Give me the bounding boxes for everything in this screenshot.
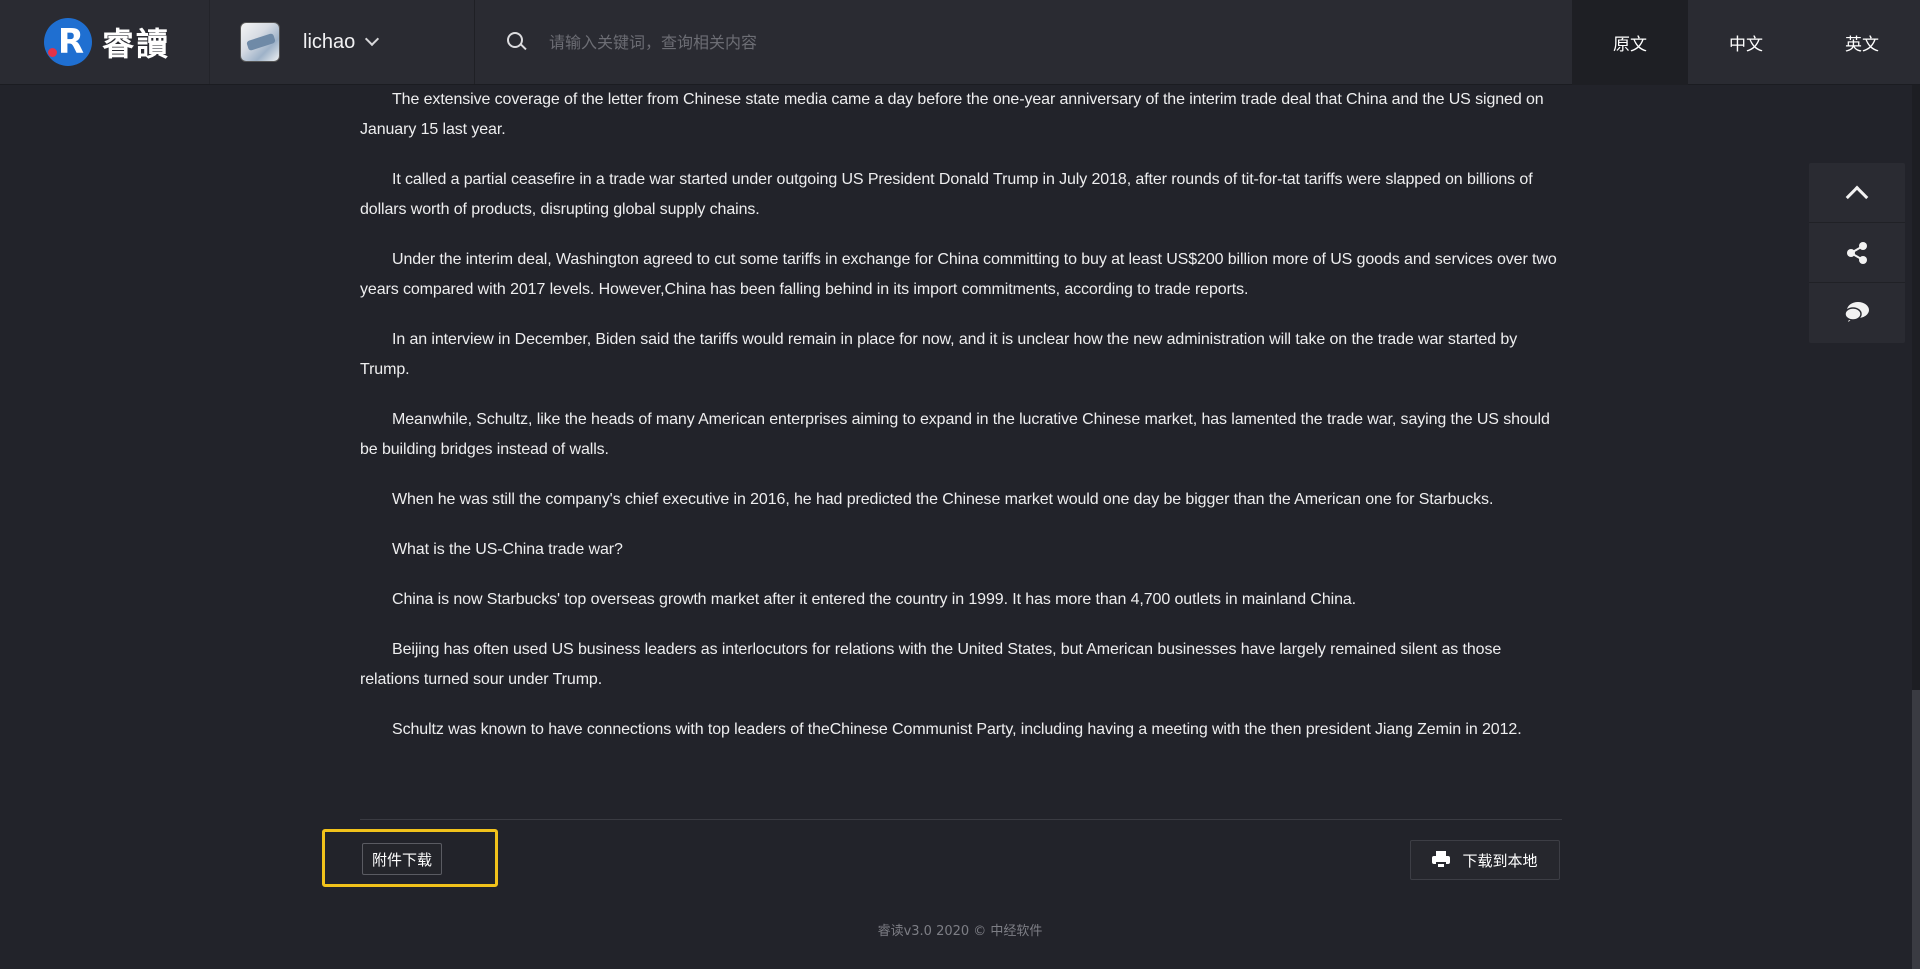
search-bar bbox=[475, 0, 1572, 84]
scrollbar-thumb[interactable] bbox=[1912, 690, 1920, 969]
download-local-button[interactable]: 下载到本地 bbox=[1410, 840, 1560, 880]
language-tabs: 原文 中文 英文 bbox=[1572, 0, 1920, 85]
avatar[interactable] bbox=[240, 22, 280, 62]
logo[interactable]: R 睿讀 bbox=[0, 0, 210, 84]
tab-english[interactable]: 英文 bbox=[1804, 0, 1920, 85]
search-icon[interactable] bbox=[507, 32, 527, 52]
attachment-highlight: 附件下载 bbox=[322, 829, 498, 887]
logo-text: 睿讀 bbox=[102, 25, 171, 63]
article-paragraph: The extensive coverage of the letter fro… bbox=[360, 91, 1544, 138]
logo-dot bbox=[48, 48, 57, 57]
tab-original[interactable]: 原文 bbox=[1572, 0, 1688, 85]
download-local-label: 下载到本地 bbox=[1462, 851, 1538, 870]
attachment-download-button[interactable]: 附件下载 bbox=[362, 843, 443, 875]
article-body: The extensive coverage of the letter fro… bbox=[360, 85, 1562, 765]
chevron-down-icon[interactable] bbox=[365, 31, 380, 47]
tab-chinese[interactable]: 中文 bbox=[1688, 0, 1804, 85]
article-paragraph: What is the US-China trade war? bbox=[392, 541, 623, 558]
article-paragraph: Meanwhile, Schultz, like the heads of ma… bbox=[360, 411, 1550, 458]
article-paragraph: Under the interim deal, Washington agree… bbox=[360, 251, 1557, 298]
logo-letter: R bbox=[57, 22, 85, 62]
chevron-up-icon bbox=[1845, 185, 1869, 208]
back-to-top-button[interactable] bbox=[1809, 163, 1905, 223]
content-divider bbox=[360, 819, 1562, 820]
footer-copyright: 睿读v3.0 2020 © 中经软件 bbox=[877, 924, 1043, 939]
comment-button[interactable] bbox=[1809, 283, 1905, 343]
share-icon bbox=[1847, 241, 1867, 264]
comment-icon bbox=[1844, 302, 1869, 322]
share-button[interactable] bbox=[1809, 223, 1905, 283]
search-input[interactable] bbox=[547, 24, 1147, 60]
logo-mark-icon: R bbox=[44, 18, 92, 66]
article-paragraph: China is now Starbucks' top overseas gro… bbox=[392, 591, 1357, 608]
floating-toolbar bbox=[1809, 163, 1905, 343]
article-paragraph: When he was still the company's chief ex… bbox=[392, 491, 1494, 508]
article-paragraph: It called a partial ceasefire in a trade… bbox=[360, 171, 1533, 218]
user-menu[interactable]: lichao bbox=[210, 0, 475, 84]
username[interactable]: lichao bbox=[303, 31, 355, 54]
article-paragraph: Beijing has often used US business leade… bbox=[360, 641, 1502, 688]
article-paragraph: In an interview in December, Biden said … bbox=[360, 331, 1518, 378]
article-paragraph: Schultz was known to have connections wi… bbox=[392, 721, 1522, 738]
printer-icon bbox=[1432, 851, 1451, 869]
top-bar: R 睿讀 lichao 原文 中文 英文 bbox=[0, 0, 1920, 85]
